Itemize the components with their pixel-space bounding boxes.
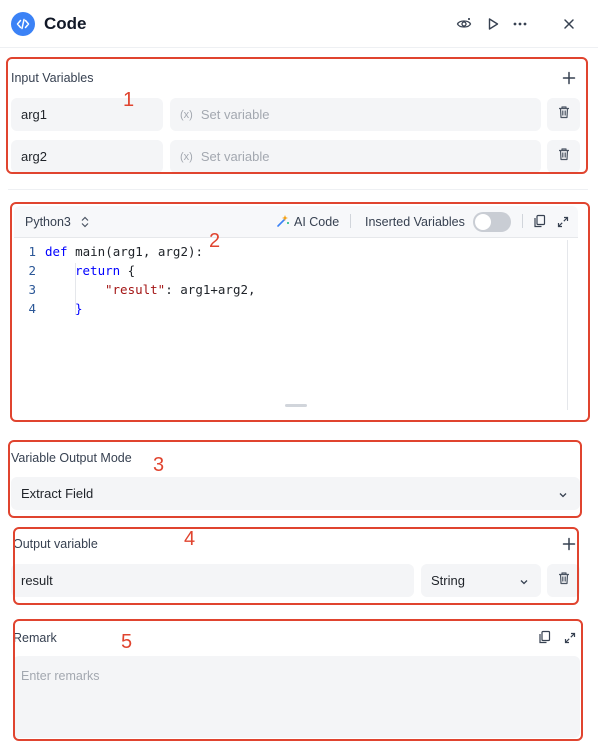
annotation-box-2 xyxy=(10,202,590,422)
annotation-marker-4: 4 xyxy=(184,528,196,550)
annotation-box-3 xyxy=(8,440,582,518)
annotation-marker-2: 2 xyxy=(209,230,221,252)
page-title: Code xyxy=(44,14,87,33)
close-icon[interactable] xyxy=(559,14,579,34)
run-icon[interactable] xyxy=(483,14,503,34)
annotation-box-4 xyxy=(13,527,579,605)
annotation-marker-3: 3 xyxy=(153,454,165,476)
panel-header: Code xyxy=(0,0,598,48)
annotation-marker-5: 5 xyxy=(121,631,133,653)
annotation-marker-1: 1 xyxy=(123,89,135,111)
code-logo-icon xyxy=(11,12,35,36)
preview-icon[interactable] xyxy=(454,14,474,34)
more-icon[interactable] xyxy=(510,14,530,34)
annotation-box-5 xyxy=(13,619,583,741)
section-divider xyxy=(8,189,588,190)
annotation-box-1 xyxy=(6,57,588,174)
